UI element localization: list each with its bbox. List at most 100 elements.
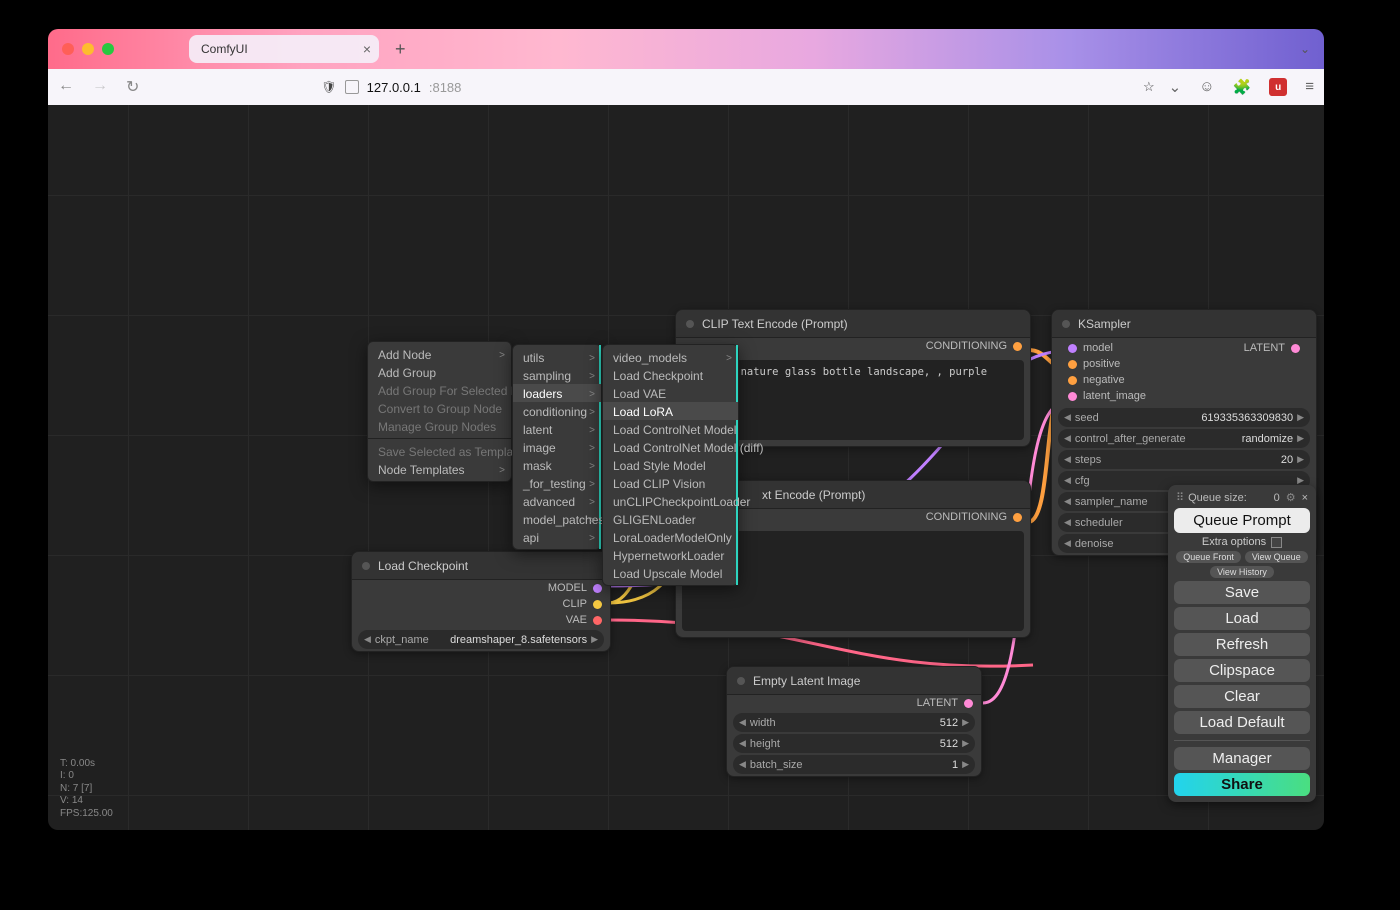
input-port-positive[interactable] [1068, 360, 1077, 369]
input-port-latent[interactable] [1068, 392, 1077, 401]
drag-handle-icon[interactable]: ⠿ [1176, 491, 1182, 504]
steps-widget[interactable]: ◀steps20▶ [1058, 450, 1310, 469]
menu-item-add-group-for-selected-nodes[interactable]: Add Group For Selected Nodes [368, 381, 511, 399]
close-panel-icon[interactable]: × [1302, 492, 1308, 504]
seed-widget[interactable]: ◀seed619335363309830▶ [1058, 408, 1310, 427]
menu-item-image[interactable]: image [513, 438, 601, 456]
extra-options-checkbox[interactable] [1271, 537, 1282, 548]
extensions-icon[interactable]: 🧩 [1233, 78, 1252, 96]
node-title: Load Checkpoint [378, 559, 468, 573]
pocket-icon[interactable]: ⌄ [1169, 78, 1182, 96]
menu-item--for-testing[interactable]: _for_testing [513, 474, 601, 492]
menu-item-load-clip-vision[interactable]: Load CLIP Vision [603, 474, 738, 492]
share-button[interactable]: Share [1174, 773, 1310, 796]
menu-item-load-lora[interactable]: Load LoRA [603, 402, 738, 420]
menu-item-hypernetworkloader[interactable]: HypernetworkLoader [603, 546, 738, 564]
forward-button[interactable]: → [92, 77, 108, 97]
control-after-generate-widget[interactable]: ◀control_after_generaterandomize▶ [1058, 429, 1310, 448]
load-default-button[interactable]: Load Default [1174, 711, 1310, 734]
view-queue-button[interactable]: View Queue [1245, 551, 1308, 563]
menu-item-gligenloader[interactable]: GLIGENLoader [603, 510, 738, 528]
menu-item-loraloadermodelonly[interactable]: LoraLoaderModelOnly [603, 528, 738, 546]
canvas-stats: T: 0.00s I: 0 N: 7 [7] V: 14 FPS:125.00 [60, 758, 113, 821]
minimize-window-icon[interactable] [82, 43, 94, 55]
batch-size-widget[interactable]: ◀batch_size1▶ [733, 755, 975, 774]
menu-item-load-style-model[interactable]: Load Style Model [603, 456, 738, 474]
height-widget[interactable]: ◀height512▶ [733, 734, 975, 753]
tab-overflow-icon[interactable]: ⌄ [1300, 42, 1310, 56]
queue-prompt-button[interactable]: Queue Prompt [1174, 508, 1310, 533]
menu-item-video-models[interactable]: video_models [603, 348, 738, 366]
menu-item-manage-group-nodes[interactable]: Manage Group Nodes [368, 417, 511, 435]
output-port-latent[interactable] [1291, 344, 1300, 353]
menu-item-load-controlnet-model[interactable]: Load ControlNet Model [603, 420, 738, 438]
menu-item-loaders[interactable]: loaders [513, 384, 601, 402]
menu-item-load-controlnet-model-diff-[interactable]: Load ControlNet Model (diff) [603, 438, 738, 456]
menu-item-load-vae[interactable]: Load VAE [603, 384, 738, 402]
save-button[interactable]: Save [1174, 581, 1310, 604]
ublock-icon[interactable]: u [1269, 78, 1287, 96]
account-icon[interactable]: ☺ [1199, 78, 1214, 96]
browser-tab[interactable]: ComfyUI × [189, 35, 379, 63]
menu-item-add-group[interactable]: Add Group [368, 363, 511, 381]
context-menu-categories[interactable]: utilssamplingloadersconditioninglatentim… [512, 344, 602, 550]
manager-button[interactable]: Manager [1174, 747, 1310, 770]
menu-item-api[interactable]: api [513, 528, 601, 546]
node-load-checkpoint[interactable]: Load Checkpoint MODEL CLIP VAE ◀ckpt_nam… [351, 551, 611, 652]
node-graph-canvas[interactable]: Load Checkpoint MODEL CLIP VAE ◀ckpt_nam… [48, 105, 1324, 830]
load-button[interactable]: Load [1174, 607, 1310, 630]
address-bar[interactable]: 🛡 127.0.0.1:8188 [153, 80, 1129, 95]
close-tab-icon[interactable]: × [363, 41, 371, 57]
settings-icon[interactable]: ⚙ [1286, 491, 1296, 504]
menu-item-model-patches[interactable]: model_patches [513, 510, 601, 528]
menu-item-sampling[interactable]: sampling [513, 366, 601, 384]
port-label: VAE [566, 614, 587, 626]
menu-item-add-node[interactable]: Add Node [368, 345, 511, 363]
port-label: CONDITIONING [926, 340, 1007, 352]
queue-front-button[interactable]: Queue Front [1176, 551, 1241, 563]
clear-button[interactable]: Clear [1174, 685, 1310, 708]
view-history-button[interactable]: View History [1210, 566, 1274, 578]
control-panel[interactable]: ⠿ Queue size: 0 ⚙ × Queue Prompt Extra o… [1168, 485, 1316, 802]
menu-item-load-upscale-model[interactable]: Load Upscale Model [603, 564, 738, 582]
close-window-icon[interactable] [62, 43, 74, 55]
menu-item-load-checkpoint[interactable]: Load Checkpoint [603, 366, 738, 384]
node-empty-latent-image[interactable]: Empty Latent Image LATENT ◀width512▶ ◀he… [726, 666, 982, 777]
menu-item-node-templates[interactable]: Node Templates [368, 460, 511, 478]
context-menu-main[interactable]: Add NodeAdd GroupAdd Group For Selected … [367, 341, 512, 482]
input-port-negative[interactable] [1068, 376, 1077, 385]
url-host: 127.0.0.1 [367, 80, 421, 95]
menu-item-convert-to-group-node[interactable]: Convert to Group Node [368, 399, 511, 417]
port-label: MODEL [548, 582, 587, 594]
reload-button[interactable]: ↻ [126, 77, 139, 97]
window-controls[interactable] [62, 43, 114, 55]
output-port-conditioning[interactable] [1013, 513, 1022, 522]
menu-icon[interactable]: ≡ [1305, 78, 1314, 96]
output-port-latent[interactable] [964, 699, 973, 708]
width-widget[interactable]: ◀width512▶ [733, 713, 975, 732]
output-port-vae[interactable] [593, 616, 602, 625]
shield-icon[interactable]: 🛡 [321, 80, 336, 94]
ckpt-name-widget[interactable]: ◀ckpt_name dreamshaper_8.safetensors▶ [358, 630, 604, 649]
menu-item-mask[interactable]: mask [513, 456, 601, 474]
output-port-clip[interactable] [593, 600, 602, 609]
output-port-conditioning[interactable] [1013, 342, 1022, 351]
queue-size-label: Queue size: [1188, 492, 1247, 504]
tab-title: ComfyUI [201, 42, 248, 56]
clipspace-button[interactable]: Clipspace [1174, 659, 1310, 682]
menu-item-save-selected-as-template[interactable]: Save Selected as Template [368, 442, 511, 460]
refresh-button[interactable]: Refresh [1174, 633, 1310, 656]
output-port-model[interactable] [593, 584, 602, 593]
back-button[interactable]: ← [58, 77, 74, 97]
bookmark-star-icon[interactable]: ☆ [1143, 79, 1155, 95]
site-info-icon[interactable] [345, 80, 359, 94]
new-tab-button[interactable]: + [395, 39, 406, 60]
menu-item-utils[interactable]: utils [513, 348, 601, 366]
menu-item-latent[interactable]: latent [513, 420, 601, 438]
context-menu-loaders[interactable]: video_modelsLoad CheckpointLoad VAELoad … [602, 344, 739, 586]
menu-item-advanced[interactable]: advanced [513, 492, 601, 510]
maximize-window-icon[interactable] [102, 43, 114, 55]
input-port-model[interactable] [1068, 344, 1077, 353]
menu-item-unclipcheckpointloader[interactable]: unCLIPCheckpointLoader [603, 492, 738, 510]
menu-item-conditioning[interactable]: conditioning [513, 402, 601, 420]
